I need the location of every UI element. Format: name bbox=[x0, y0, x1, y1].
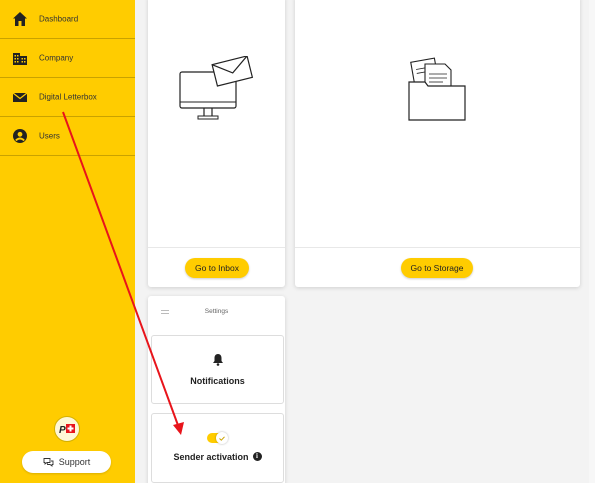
computer-mail-icon bbox=[179, 56, 254, 120]
go-to-storage-button[interactable]: Go to Storage bbox=[401, 258, 473, 278]
sidebar: Dashboard Company Digital Letterbox User… bbox=[0, 0, 135, 483]
swiss-post-logo: P bbox=[54, 416, 80, 442]
scrollbar[interactable] bbox=[589, 0, 595, 483]
notifications-tile[interactable]: Notifications bbox=[151, 335, 284, 404]
home-icon bbox=[13, 12, 27, 26]
sender-activation-toggle[interactable] bbox=[207, 432, 228, 444]
notifications-label: Notifications bbox=[190, 376, 245, 386]
sender-activation-tile[interactable]: Sender activation i bbox=[151, 413, 284, 483]
sidebar-item-users[interactable]: Users bbox=[0, 117, 135, 156]
sidebar-item-company[interactable]: Company bbox=[0, 39, 135, 78]
storage-card: Go to Storage bbox=[295, 0, 580, 287]
support-button[interactable]: Support bbox=[22, 451, 111, 473]
envelope-icon bbox=[12, 92, 28, 102]
check-icon bbox=[219, 435, 225, 441]
sidebar-item-label: Company bbox=[39, 53, 74, 63]
sidebar-item-digital-letterbox[interactable]: Digital Letterbox bbox=[0, 78, 135, 117]
sidebar-item-label: Dashboard bbox=[39, 14, 79, 24]
user-circle-icon bbox=[13, 129, 27, 143]
sidebar-item-dashboard[interactable]: Dashboard bbox=[0, 0, 135, 39]
buildings-icon bbox=[13, 53, 27, 65]
sidebar-item-label: Users bbox=[39, 131, 60, 141]
bell-icon bbox=[213, 354, 223, 366]
inbox-card: Go to Inbox bbox=[148, 0, 285, 287]
go-to-inbox-button[interactable]: Go to Inbox bbox=[185, 258, 249, 278]
chat-bubbles-icon bbox=[43, 458, 54, 467]
info-icon[interactable]: i bbox=[252, 452, 262, 462]
support-label: Support bbox=[58, 457, 91, 467]
sender-activation-row: Sender activation i bbox=[152, 452, 283, 462]
folder-documents-icon bbox=[408, 57, 466, 121]
sender-activation-label: Sender activation bbox=[173, 452, 249, 462]
svg-text:P: P bbox=[59, 425, 66, 436]
sidebar-item-label: Digital Letterbox bbox=[39, 92, 97, 102]
settings-title: Settings bbox=[204, 308, 229, 315]
